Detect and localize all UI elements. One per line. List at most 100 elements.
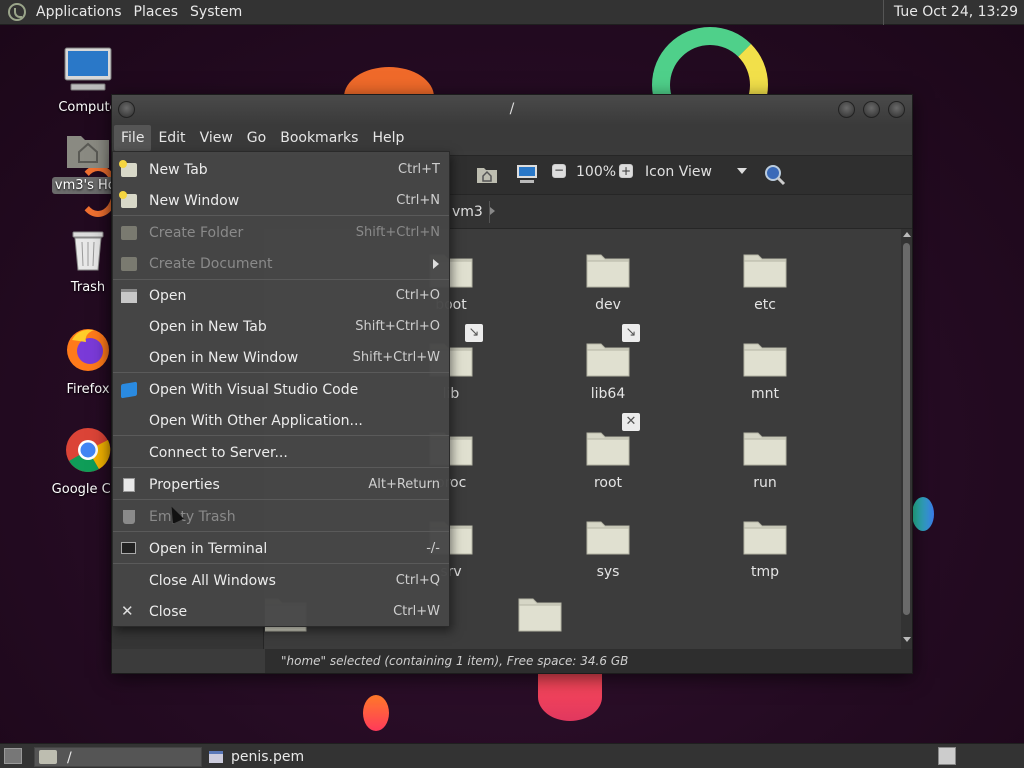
menu-item-accelerator: Ctrl+T [398,162,440,177]
zoom-in-icon: + [619,164,633,178]
zoom-in-button[interactable]: + [619,164,633,178]
menu-item-accelerator: Ctrl+W [393,604,440,619]
vertical-scrollbar[interactable] [901,229,912,649]
taskbar-item-label: / [67,750,72,766]
computer-button[interactable] [516,164,538,184]
path-next-arrow-icon[interactable] [490,207,495,215]
menu-separator [113,499,449,500]
folder-run[interactable]: run [710,427,820,491]
folder-etc[interactable]: etc [710,249,820,313]
menu-item-open-in-new-window[interactable]: Open in New Window Shift+Ctrl+W [113,343,449,373]
folder-label: dev [595,297,621,313]
folder-icon [743,343,787,377]
menu-file[interactable]: File [114,125,152,151]
menu-item-open-with-visual-studio-code[interactable]: Open With Visual Studio Code [113,375,449,405]
symlink-emblem-icon: ↘ [465,324,483,342]
taskbar-item-label: penis.pem [231,749,305,765]
menu-item-close-all-windows[interactable]: Close All Windows Ctrl+Q [113,566,449,596]
menu-item-label: New Window [149,193,240,209]
menu-item-close[interactable]: ✕ Close Ctrl+W [113,597,449,627]
terminal-icon [121,542,136,554]
properties-icon [123,478,135,492]
menu-separator [113,531,449,532]
submenu-arrow-icon [433,259,439,269]
decor-teal-dot [912,497,934,531]
menu-item-new-window[interactable]: New Window Ctrl+N [113,186,449,216]
taskbar-item-file-manager[interactable]: / [34,747,202,767]
window-menu-button[interactable] [118,101,135,118]
menu-item-empty-trash: Empty Trash [113,502,449,532]
clock[interactable]: Tue Oct 24, 13:29 [882,0,1024,25]
show-desktop-button[interactable] [4,748,22,764]
menu-item-open-in-new-tab[interactable]: Open in New Tab Shift+Ctrl+O [113,312,449,342]
menu-view[interactable]: View [193,125,240,151]
menu-item-accelerator: Shift+Ctrl+N [355,225,440,240]
menu-separator [113,467,449,468]
home-button[interactable] [476,164,498,184]
create-folder-icon [121,226,137,240]
search-button[interactable] [764,164,786,186]
menu-item-properties[interactable]: Properties Alt+Return [113,470,449,500]
mate-logo-icon[interactable] [8,3,26,21]
menu-item-accelerator: Shift+Ctrl+O [355,319,440,334]
desktop-icon-label: Firefox [66,382,110,397]
menu-item-label: Connect to Server... [149,445,288,461]
window-title: / [509,101,515,117]
menu-item-open[interactable]: Open Ctrl+O [113,281,449,311]
menu-item-accelerator: Ctrl+O [395,288,440,303]
dropdown-arrow-icon [737,168,747,174]
folder-label: tmp [750,564,779,580]
folder-root[interactable]: ✕ root [553,413,663,491]
empty-trash-icon [123,510,135,524]
places-menu[interactable]: Places [128,0,185,25]
view-mode-select[interactable]: Icon View [645,164,749,180]
menu-item-open-in-terminal[interactable]: Open in Terminal -/- [113,534,449,564]
desktop-icon-label: Trash [70,280,106,295]
file-menu-dropdown: New Tab Ctrl+T New Window Ctrl+N Create Fold… [112,151,450,627]
folder-dev[interactable]: dev [553,249,663,313]
firefox-icon [67,329,109,371]
menu-go[interactable]: Go [240,125,273,151]
folder-label: sys [596,564,620,580]
menu-bookmarks[interactable]: Bookmarks [273,125,365,151]
maximize-button[interactable] [863,101,880,118]
menu-item-label: Close [149,604,188,620]
home-folder-icon [67,136,109,168]
window-icon [209,751,223,763]
menu-item-new-tab[interactable]: New Tab Ctrl+T [113,155,449,185]
workspace-switcher[interactable] [938,747,956,765]
scroll-down-arrow-icon[interactable] [903,637,911,642]
folder-label: lib64 [590,386,626,402]
search-icon [765,165,786,186]
computer-icon [64,47,112,91]
window-titlebar[interactable]: / [112,95,912,125]
menu-item-accelerator: Ctrl+Q [395,573,440,588]
chrome-icon [66,428,111,472]
view-mode-label: Icon View [645,164,712,180]
menu-item-connect-to-server[interactable]: Connect to Server... [113,438,449,468]
menu-edit[interactable]: Edit [151,125,192,151]
system-menu[interactable]: System [184,0,248,25]
scroll-up-arrow-icon[interactable] [903,232,911,237]
folder-mnt[interactable]: mnt [710,338,820,402]
trash-icon [72,231,104,271]
scrollbar-thumb[interactable] [903,243,910,615]
menu-item-label: Open in Terminal [149,541,268,557]
menu-item-open-with-other-application[interactable]: Open With Other Application... [113,406,449,436]
home-icon [477,168,497,183]
folder-icon [743,521,787,555]
folder-tmp[interactable]: tmp [710,516,820,580]
window-close-button[interactable] [888,101,905,118]
folder-sys[interactable]: sys [553,516,663,580]
menu-separator [113,279,449,280]
menu-help[interactable]: Help [365,125,411,151]
minimize-button[interactable] [838,101,855,118]
path-button-vm3[interactable]: vm3 [446,201,490,223]
zoom-out-button[interactable]: − [552,164,566,178]
applications-menu[interactable]: Applications [30,0,128,25]
folder-label: etc [754,297,776,313]
folder-partial[interactable] [485,593,595,637]
taskbar-item-penis-pem[interactable]: penis.pem [206,747,376,767]
folder-lib64[interactable]: ↘ lib64 [553,324,663,402]
menu-item-label: Open With Other Application... [149,413,363,429]
